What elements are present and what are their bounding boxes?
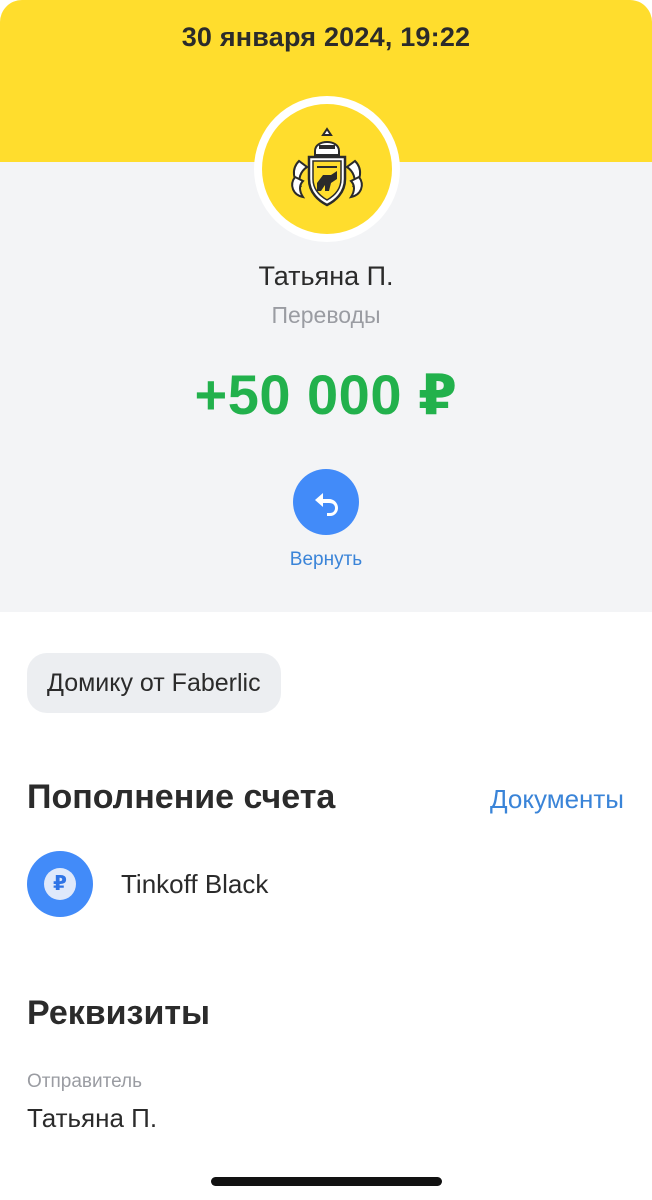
operation-datetime: 30 января 2024, 19:22 — [181, 22, 471, 52]
ruble-icon: ₽ — [27, 851, 93, 917]
sender-value: Татьяна П. — [27, 1103, 158, 1133]
sender-label: Отправитель — [27, 1071, 143, 1092]
return-arrow-icon — [315, 493, 338, 516]
return-button[interactable] — [293, 469, 359, 535]
operation-category: Переводы — [271, 302, 381, 328]
account-name[interactable]: Tinkoff Black — [121, 869, 268, 900]
counterparty-name: Татьяна П. — [258, 261, 394, 291]
bank-crest-graphic — [291, 127, 363, 207]
home-indicator[interactable] — [211, 1177, 442, 1186]
bank-crest-icon — [262, 104, 392, 234]
topup-section-title: Пополнение счета — [27, 778, 336, 816]
operation-details-screen: 30 января 2024, 19:22 Татьяна П. Перевод… — [0, 0, 652, 1200]
documents-link[interactable]: Документы — [490, 784, 624, 815]
ruble-glyph: ₽ — [44, 868, 76, 900]
requisites-section-title: Реквизиты — [27, 994, 211, 1032]
payment-message-chip: Домику от Faberlic — [27, 653, 281, 713]
return-button-label[interactable]: Вернуть — [0, 549, 652, 571]
operation-amount: +50 000 ₽ — [194, 363, 458, 426]
